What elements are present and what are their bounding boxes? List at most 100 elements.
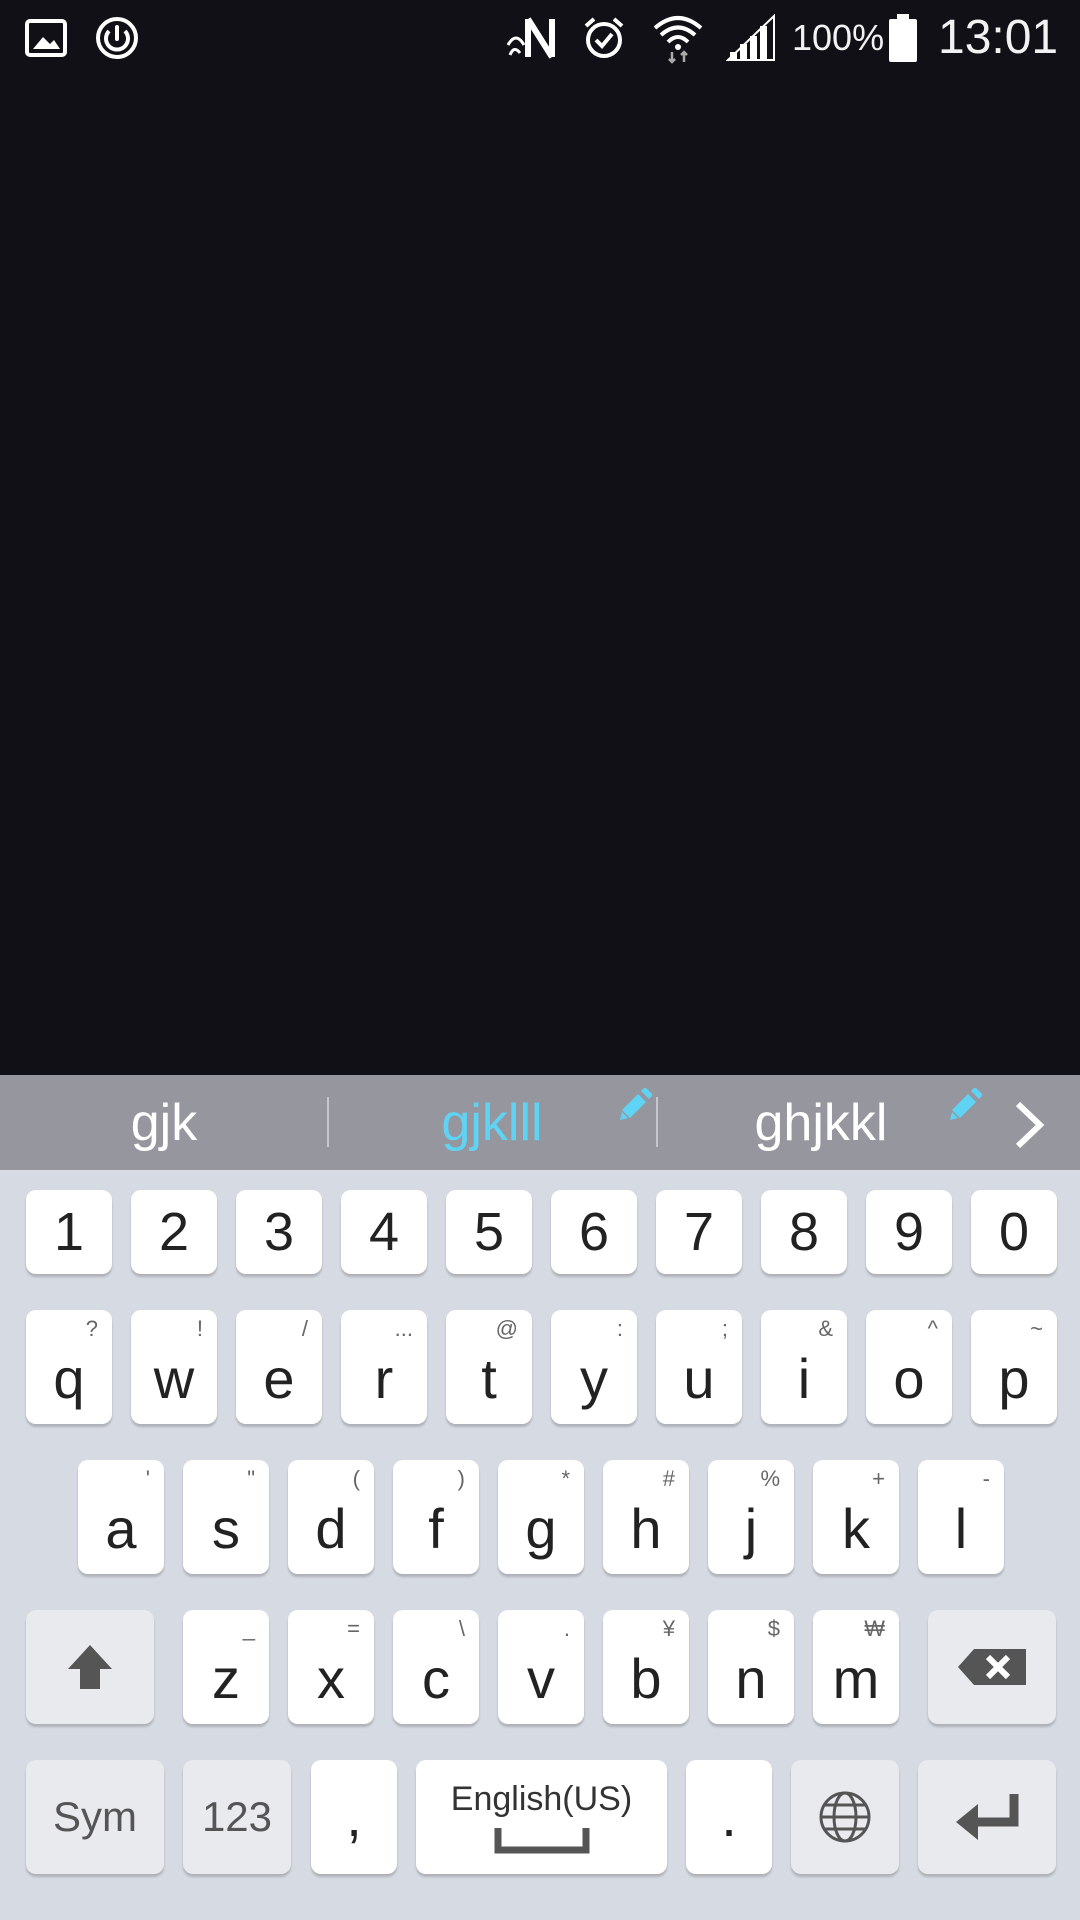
key-secondary: * — [561, 1466, 570, 1491]
key-n[interactable]: $ n — [708, 1610, 794, 1724]
key-secondary: ( — [352, 1466, 360, 1491]
key-secondary: & — [818, 1316, 833, 1341]
key-l[interactable]: -l — [918, 1460, 1004, 1574]
key-secondary: " — [247, 1466, 255, 1491]
suggestion-bar: gjk gjklll ghjkkl — [0, 1075, 1080, 1170]
key-label: f — [428, 1497, 444, 1560]
backspace-key[interactable] — [928, 1610, 1056, 1724]
app-content-area — [0, 75, 1080, 1075]
key-t[interactable]: @ t — [446, 1310, 532, 1424]
key-label: 0 — [998, 1202, 1030, 1262]
key-label: 2 — [158, 1202, 190, 1262]
key-0[interactable]: 0 — [971, 1190, 1057, 1274]
key-label: 7 — [683, 1202, 715, 1262]
keyboard: 1 2 3 4 5 6 7 8 9 0 ? q ! w / e ... r @ t :y … — [0, 1170, 1080, 1920]
enter-icon — [956, 1794, 1019, 1840]
key-h[interactable]: # h — [603, 1460, 689, 1574]
key-1[interactable]: 1 — [26, 1190, 112, 1274]
key-z[interactable]: _ z — [183, 1610, 269, 1724]
clock: 13:01 — [938, 11, 1059, 64]
key-u[interactable]: ; u — [656, 1310, 742, 1424]
key-o[interactable]: ^ o — [866, 1310, 952, 1424]
key-label: y — [580, 1347, 608, 1410]
key-label: j — [744, 1497, 758, 1560]
key-v[interactable]: .v — [498, 1610, 584, 1724]
key-e[interactable]: / e — [236, 1310, 322, 1424]
key-secondary: $ — [767, 1616, 780, 1641]
key-secondary: @ — [495, 1316, 518, 1341]
globe-icon — [819, 1791, 871, 1843]
key-label: w — [153, 1347, 195, 1410]
key-label: k — [842, 1497, 870, 1560]
language-key[interactable] — [791, 1760, 899, 1874]
key-r[interactable]: ... r — [341, 1310, 427, 1424]
key-secondary: ^ — [927, 1316, 938, 1341]
key-label: g — [525, 1497, 557, 1560]
key-k[interactable]: + k — [813, 1460, 899, 1574]
key-label: 9 — [893, 1202, 925, 1262]
key-secondary: _ — [242, 1616, 255, 1641]
key-secondary: # — [662, 1466, 675, 1491]
key-label: c — [422, 1647, 450, 1710]
key-secondary: ! — [196, 1316, 203, 1341]
status-bar: 100% 13:01 — [0, 0, 1080, 75]
chevron-right-icon[interactable] — [1010, 1100, 1050, 1155]
suggestion-3[interactable]: ghjkkl — [657, 1075, 985, 1170]
key-7[interactable]: 7 — [656, 1190, 742, 1274]
key-label: 4 — [368, 1202, 400, 1262]
key-label: e — [263, 1347, 295, 1410]
key-secondary: / — [301, 1316, 308, 1341]
key-4[interactable]: 4 — [341, 1190, 427, 1274]
key-label: o — [893, 1347, 925, 1410]
key-label: Sym — [53, 1793, 137, 1840]
key-secondary: ₩ — [864, 1616, 885, 1641]
numeric-key[interactable]: 123 — [183, 1760, 291, 1874]
period-key[interactable]: . — [686, 1760, 772, 1874]
alarm-icon — [578, 10, 630, 65]
key-b[interactable]: ¥ b — [603, 1610, 689, 1724]
suggestion-1[interactable]: gjk — [0, 1075, 328, 1170]
key-secondary: ¥ — [662, 1616, 675, 1641]
key-p[interactable]: ~ p — [971, 1310, 1057, 1424]
key-secondary: ... — [394, 1316, 413, 1341]
key-w[interactable]: ! w — [131, 1310, 217, 1424]
suggestion-2[interactable]: gjklll — [328, 1075, 656, 1170]
sym-key[interactable]: Sym — [26, 1760, 164, 1874]
key-label: p — [998, 1347, 1030, 1410]
shift-key[interactable] — [26, 1610, 154, 1724]
key-x[interactable]: = x — [288, 1610, 374, 1724]
key-secondary: ) — [457, 1466, 465, 1491]
key-9[interactable]: 9 — [866, 1190, 952, 1274]
key-j[interactable]: % j — [708, 1460, 794, 1574]
battery-percent: 100% — [792, 16, 885, 58]
key-label: , — [346, 1785, 362, 1848]
battery-icon — [886, 10, 920, 65]
key-f[interactable]: ) f — [393, 1460, 479, 1574]
key-label: n — [735, 1647, 767, 1710]
space-key[interactable]: English(US) — [416, 1760, 667, 1874]
key-3[interactable]: 3 — [236, 1190, 322, 1274]
key-label: z — [212, 1647, 240, 1710]
key-m[interactable]: ₩ m — [813, 1610, 899, 1724]
key-label: 6 — [578, 1202, 610, 1262]
enter-key[interactable] — [918, 1760, 1056, 1874]
wifi-icon — [650, 10, 706, 65]
key-d[interactable]: (d — [288, 1460, 374, 1574]
key-a[interactable]: ' a — [78, 1460, 164, 1574]
comma-key[interactable]: , — [311, 1760, 397, 1874]
key-s[interactable]: " s — [183, 1460, 269, 1574]
pencil-icon — [948, 1087, 983, 1127]
key-g[interactable]: * g — [498, 1460, 584, 1574]
key-i[interactable]: & i — [761, 1310, 847, 1424]
key-secondary: ~ — [1030, 1316, 1043, 1341]
key-6[interactable]: 6 — [551, 1190, 637, 1274]
nfc-icon — [505, 10, 559, 65]
key-5[interactable]: 5 — [446, 1190, 532, 1274]
key-2[interactable]: 2 — [131, 1190, 217, 1274]
key-label: q — [53, 1347, 85, 1410]
key-8[interactable]: 8 — [761, 1190, 847, 1274]
key-secondary: ; — [721, 1316, 728, 1341]
key-c[interactable]: \ c — [393, 1610, 479, 1724]
key-q[interactable]: ? q — [26, 1310, 112, 1424]
key-y[interactable]: :y — [551, 1310, 637, 1424]
